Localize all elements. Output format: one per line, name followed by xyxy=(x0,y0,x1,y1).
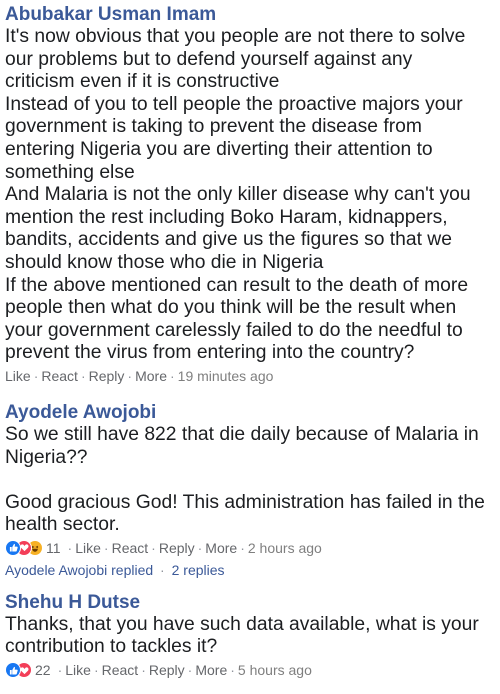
react-link[interactable]: React xyxy=(112,539,149,557)
comment-line: your government carelessly failed to do … xyxy=(5,319,463,341)
comment-body: So we still have 822 that die daily beca… xyxy=(5,424,496,537)
reaction-summary[interactable]: 22 xyxy=(5,661,51,679)
separator-dot: · xyxy=(80,367,86,384)
react-link[interactable]: React xyxy=(102,661,139,679)
comment-line: And Malaria is not the only killer disea… xyxy=(5,184,471,206)
comment-actions: 22 · Like · React · Reply · More · 5 hou… xyxy=(5,661,496,679)
separator-dot: · xyxy=(127,367,133,384)
more-link[interactable]: More xyxy=(205,539,237,557)
separator-dot: · xyxy=(141,662,146,679)
comment-line: should know those who die in Nigeria xyxy=(5,251,324,273)
comment-actions: 11 · Like · React · Reply · More · 2 hou… xyxy=(5,539,496,557)
separator-dot: · xyxy=(187,662,193,679)
comment-blank-line xyxy=(5,469,496,492)
replies-count: 2 replies xyxy=(171,561,225,578)
like-link[interactable]: Like xyxy=(5,367,31,385)
reaction-count: 11 xyxy=(46,539,61,556)
replied-author-text: Ayodele Awojobi replied xyxy=(5,561,154,578)
comment-author[interactable]: Shehu H Dutse xyxy=(5,591,496,614)
comment-line: government is taking to prevent the dise… xyxy=(5,116,422,138)
replies-summary[interactable]: Ayodele Awojobi replied · 2 replies xyxy=(5,561,496,579)
separator-dot: · xyxy=(230,662,235,679)
comment-line: health sector. xyxy=(5,514,120,536)
separator-dot: · xyxy=(33,367,39,384)
comment-timestamp: 2 hours ago xyxy=(247,539,322,556)
reaction-summary[interactable]: 11 xyxy=(5,539,61,557)
like-link[interactable]: Like xyxy=(65,661,91,679)
more-link[interactable]: More xyxy=(195,661,227,679)
comment-body: It's now obvious that you people are not… xyxy=(5,26,496,365)
comment-timestamp: 19 minutes ago xyxy=(177,367,274,384)
comment-line: something else xyxy=(5,161,135,183)
like-reaction-icon xyxy=(5,539,21,556)
comment-author[interactable]: Ayodele Awojobi xyxy=(5,401,496,424)
separator-dot: · xyxy=(197,539,203,556)
separator-dot: · xyxy=(67,539,73,556)
separator-dot: · xyxy=(103,539,109,556)
reply-link[interactable]: Reply xyxy=(159,539,195,557)
comment-line: our problems but to defend yourself agai… xyxy=(5,48,413,70)
comment-body: Thanks, that you have such data availabl… xyxy=(5,614,496,659)
comment-line: criticism even if it is constructive xyxy=(5,71,280,93)
comment-line: people then what do you think will be th… xyxy=(5,297,457,319)
react-link[interactable]: React xyxy=(41,367,78,385)
comment-abubakar: Abubakar Usman Imam It's now obvious tha… xyxy=(0,3,500,385)
comment-timestamp: 5 hours ago xyxy=(237,662,312,679)
comment-ayodele: Ayodele Awojobi So we still have 822 tha… xyxy=(0,401,500,579)
comment-line: So we still have 822 that die daily beca… xyxy=(5,423,479,445)
comment-line: If the above mentioned can result to the… xyxy=(5,274,469,296)
separator-dot: · xyxy=(240,539,245,556)
comment-line: Good gracious God! This administration h… xyxy=(5,491,485,513)
reply-link[interactable]: Reply xyxy=(149,661,185,679)
comment-line: Thanks, that you have such data availabl… xyxy=(5,613,479,635)
more-link[interactable]: More xyxy=(135,367,167,385)
comment-line: Instead of you to tell people the proact… xyxy=(5,93,463,115)
comment-line: bandits, accidents and give us the figur… xyxy=(5,229,452,251)
comment-author[interactable]: Abubakar Usman Imam xyxy=(5,3,496,26)
separator-dot: · xyxy=(93,662,99,679)
like-reaction-icon xyxy=(5,662,21,679)
separator-dot: · xyxy=(160,561,165,578)
separator-dot: · xyxy=(57,662,63,679)
comment-line: It's now obvious that you people are not… xyxy=(5,26,466,47)
reaction-count: 22 xyxy=(35,662,51,679)
like-link[interactable]: Like xyxy=(75,539,101,557)
separator-dot: · xyxy=(151,539,156,556)
comment-line: mention the rest including Boko Haram, k… xyxy=(5,206,448,228)
reply-link[interactable]: Reply xyxy=(89,367,125,385)
comment-line: prevent the virus from entering into the… xyxy=(5,342,415,364)
comment-actions: Like · React · Reply · More · 19 minutes… xyxy=(5,367,496,385)
comment-line: entering Nigeria you are diverting their… xyxy=(5,138,433,160)
comment-line: Nigeria?? xyxy=(5,446,88,468)
comment-shehu: Shehu H Dutse Thanks, that you have such… xyxy=(0,591,500,679)
separator-dot: · xyxy=(169,367,175,384)
comment-line: contribution to tackles it? xyxy=(5,636,218,658)
